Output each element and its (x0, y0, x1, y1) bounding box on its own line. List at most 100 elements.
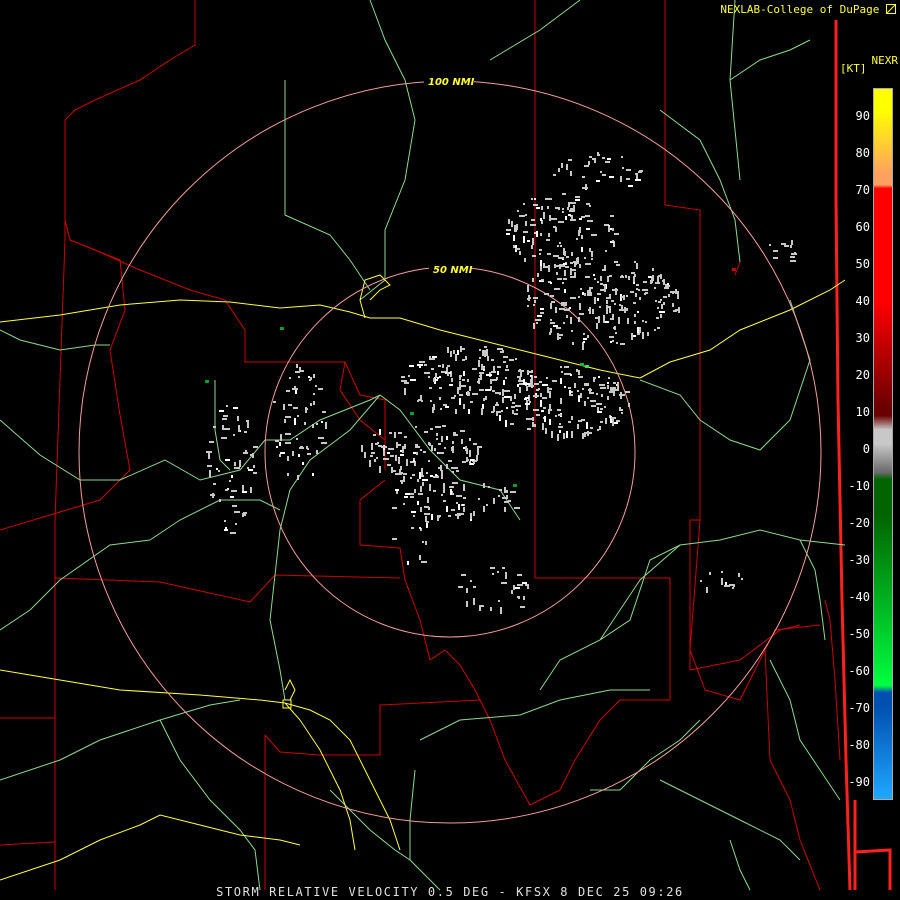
echo-pixel (299, 447, 304, 449)
echo-pixel (455, 409, 457, 414)
echo-pixel (450, 489, 452, 495)
echo-pixel (253, 465, 255, 468)
echo-pixel (503, 356, 508, 358)
nexlab-logo-icon (886, 4, 896, 14)
echo-pixel (293, 407, 298, 409)
echo-pixel (605, 250, 607, 252)
echo-pixel (643, 281, 647, 283)
echo-pixel (612, 419, 614, 426)
echo-pixel (410, 496, 414, 498)
echo-pixel (594, 158, 596, 163)
echo-pixel (654, 287, 656, 289)
echo-pixel (467, 379, 469, 382)
echo-pixel (493, 498, 495, 504)
velocity-color-scale (873, 88, 893, 800)
echo-pixel (564, 386, 566, 388)
echo-pixel (511, 221, 513, 227)
echo-pixel (483, 398, 485, 401)
echo-pixel (379, 466, 381, 473)
echo-pixel (449, 486, 454, 488)
echo-pixel (466, 457, 468, 462)
echo-pixel (636, 288, 638, 290)
echo-pixel (576, 238, 578, 240)
echo-pixel (549, 419, 551, 425)
echo-pixel (473, 443, 477, 445)
echo-pixel (519, 378, 521, 380)
echo-pixel (457, 350, 459, 355)
echo-pixel (477, 446, 482, 448)
echo-pixel (540, 308, 544, 310)
echo-pixel (435, 426, 441, 428)
echo-pixel (537, 273, 539, 277)
echo-pixel (530, 375, 532, 377)
echo-pixel (418, 493, 423, 495)
echo-pixel (610, 387, 616, 389)
echo-pixel (308, 376, 310, 378)
echo-pixel (505, 369, 509, 371)
echo-pixel (589, 248, 591, 252)
echo-pixel (452, 441, 454, 444)
echo-pixel (413, 460, 415, 462)
echo-pixel (607, 385, 609, 389)
echo-pixel (452, 397, 454, 399)
echo-pixel (613, 382, 616, 384)
echo-pixel (430, 400, 432, 402)
echo-velocity-pixel (732, 268, 736, 271)
echo-pixel (439, 387, 442, 389)
echo-pixel (458, 586, 463, 588)
echo-pixel (773, 250, 778, 252)
echo-pixel (560, 245, 562, 247)
echo-pixel (481, 364, 483, 370)
echo-pixel (580, 393, 582, 398)
echo-pixel (599, 384, 605, 386)
echo-pixel (600, 408, 603, 410)
echo-pixel (429, 484, 431, 491)
echo-pixel (313, 401, 315, 405)
echo-pixel (608, 377, 610, 379)
legend-tick: 0 (862, 442, 870, 456)
echo-pixel (606, 300, 608, 304)
echo-pixel (479, 349, 481, 351)
echo-pixel (419, 555, 421, 560)
echo-pixel (460, 430, 465, 432)
echo-pixel (482, 350, 484, 356)
echo-pixel (571, 217, 573, 219)
echo-pixel (562, 282, 564, 284)
echo-pixel (664, 287, 669, 289)
echo-pixel (773, 257, 778, 259)
echo-pixel (564, 270, 566, 276)
echo-pixel (660, 274, 662, 279)
echo-pixel (310, 403, 312, 406)
echo-pixel (506, 490, 508, 493)
echo-pixel (560, 398, 562, 404)
echo-pixel (561, 302, 567, 304)
echo-pixel (461, 385, 466, 387)
echo-pixel (230, 532, 236, 534)
echo-pixel (285, 416, 291, 418)
echo-pixel (616, 342, 618, 344)
echo-pixel (479, 372, 484, 374)
echo-pixel (652, 268, 654, 271)
echo-pixel (544, 293, 549, 295)
legend-tick: -20 (848, 516, 870, 530)
echo-pixel (647, 332, 649, 336)
echo-pixel (223, 415, 228, 417)
echo-pixel (554, 265, 559, 267)
echo-pixel (622, 167, 624, 169)
echo-pixel (569, 394, 573, 396)
echo-pixel (437, 377, 439, 379)
echo-pixel (600, 289, 604, 291)
echo-velocity-pixel (513, 484, 517, 487)
echo-pixel (657, 327, 660, 329)
echo-pixel (286, 390, 290, 392)
echo-pixel (325, 422, 327, 429)
echo-pixel (619, 394, 625, 396)
echo-pixel (427, 497, 429, 503)
echo-pixel (461, 574, 466, 576)
echo-pixel (487, 356, 489, 361)
echo-pixel (400, 466, 402, 470)
echo-pixel (626, 295, 628, 297)
echo-pixel (609, 306, 611, 313)
echo-pixel (364, 452, 366, 458)
echo-pixel (519, 369, 521, 371)
